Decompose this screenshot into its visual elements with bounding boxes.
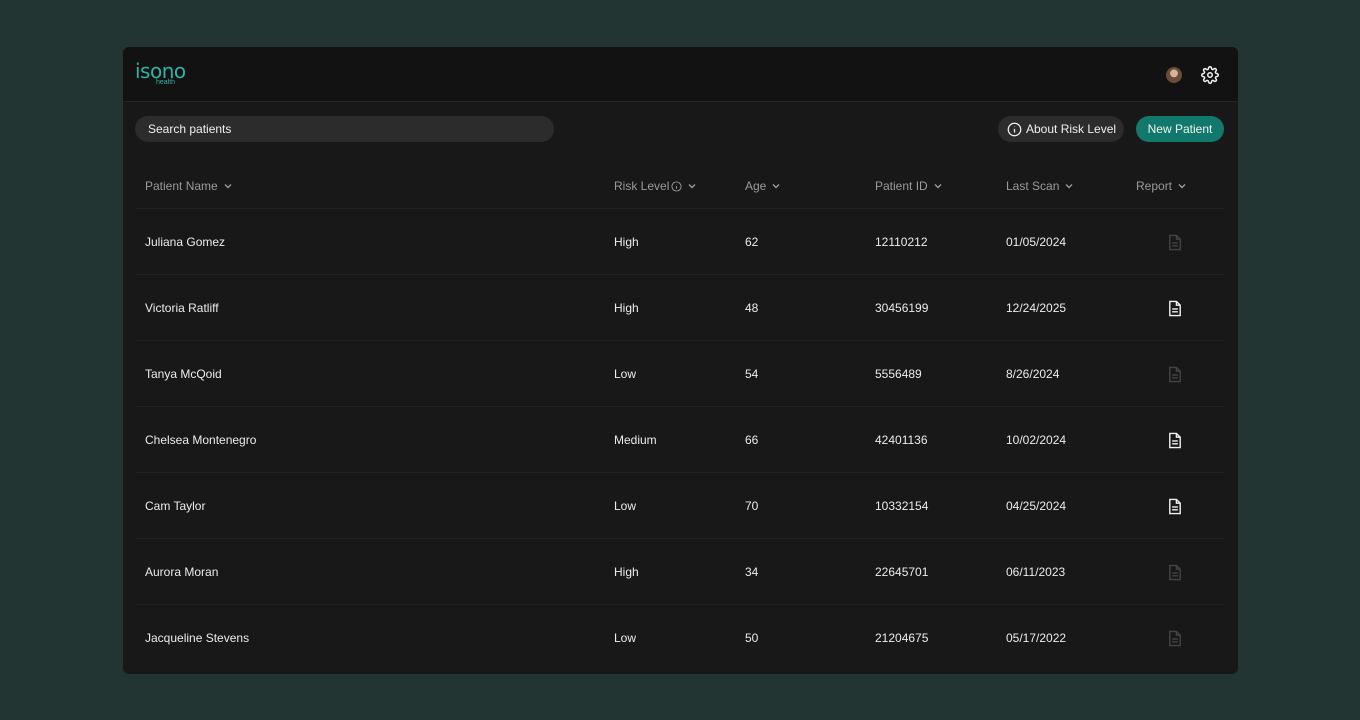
column-header-last-scan[interactable]: Last Scan bbox=[1006, 179, 1074, 193]
cell-last-scan: 06/11/2023 bbox=[1006, 565, 1066, 579]
cell-risk-level: High bbox=[614, 565, 639, 579]
search-input[interactable] bbox=[135, 116, 554, 142]
column-header-risk-level[interactable]: Risk Level bbox=[614, 179, 697, 193]
cell-age: 70 bbox=[745, 499, 759, 513]
cell-patient-name: Tanya McQoid bbox=[145, 367, 222, 381]
table-row[interactable]: Jacqueline Stevens Low 50 21204675 05/17/202… bbox=[135, 605, 1224, 671]
cell-patient-id: 42401136 bbox=[875, 433, 928, 447]
column-header-patient-id[interactable]: Patient ID bbox=[875, 179, 943, 193]
cell-age: 48 bbox=[745, 301, 759, 315]
document-icon bbox=[1169, 564, 1181, 581]
chevron-down-icon bbox=[688, 184, 696, 189]
column-header-age[interactable]: Age bbox=[745, 179, 781, 193]
cell-patient-id: 12110212 bbox=[875, 235, 928, 249]
chevron-down-icon bbox=[1178, 184, 1186, 189]
column-header-label: Risk Level bbox=[614, 179, 670, 193]
column-header-label: Report bbox=[1136, 179, 1173, 193]
document-icon[interactable] bbox=[1167, 300, 1183, 317]
cell-risk-level: Low bbox=[614, 631, 637, 645]
cell-patient-id: 10332154 bbox=[875, 499, 929, 513]
cell-last-scan: 04/25/2024 bbox=[1006, 499, 1067, 513]
cell-age: 34 bbox=[745, 565, 759, 579]
chevron-down-icon bbox=[224, 184, 232, 189]
table-row[interactable]: Victoria Ratliff High 48 30456199 12/24/2025 bbox=[135, 275, 1224, 341]
chevron-down-icon bbox=[1065, 184, 1073, 189]
gear-icon[interactable] bbox=[1201, 66, 1219, 84]
cell-last-scan: 01/05/2024 bbox=[1006, 235, 1067, 249]
cell-patient-name: Jacqueline Stevens bbox=[145, 631, 250, 645]
about-risk-level-button[interactable]: About Risk Level bbox=[998, 116, 1124, 142]
toolbar: About Risk Level New Patient bbox=[123, 102, 1238, 154]
about-risk-level-label: About Risk Level bbox=[1026, 122, 1117, 136]
cell-last-scan: 10/02/2024 bbox=[1006, 433, 1067, 447]
cell-risk-level: Low bbox=[614, 367, 637, 381]
patients-table: Patient Name Risk Level Age Patient ID Last … bbox=[135, 158, 1224, 671]
info-circle-icon[interactable] bbox=[671, 180, 682, 192]
cell-risk-level: Low bbox=[614, 499, 637, 513]
cell-last-scan: 8/26/2024 bbox=[1006, 367, 1060, 381]
column-header-label: Patient ID bbox=[875, 179, 928, 193]
chevron-down-icon bbox=[934, 184, 942, 189]
cell-patient-id: 22645701 bbox=[875, 565, 929, 579]
cell-last-scan: 12/24/2025 bbox=[1006, 301, 1067, 315]
cell-age: 62 bbox=[745, 235, 759, 249]
new-patient-label: New Patient bbox=[1147, 122, 1213, 136]
cell-age: 66 bbox=[745, 433, 759, 447]
new-patient-button[interactable]: New Patient bbox=[1136, 116, 1224, 142]
chevron-down-icon bbox=[772, 184, 780, 189]
table-row[interactable]: Tanya McQoid Low 54 5556489 8/26/2024 bbox=[135, 341, 1224, 407]
brand-name: isono bbox=[135, 59, 186, 83]
cell-age: 50 bbox=[745, 631, 759, 645]
document-icon bbox=[1169, 234, 1181, 251]
column-header-patient-name[interactable]: Patient Name bbox=[145, 179, 233, 193]
cell-patient-name: Cam Taylor bbox=[145, 499, 206, 513]
cell-patient-id: 30456199 bbox=[875, 301, 929, 315]
document-icon bbox=[1169, 630, 1181, 647]
cell-last-scan: 05/17/2022 bbox=[1006, 631, 1067, 645]
document-icon[interactable] bbox=[1167, 432, 1183, 449]
cell-risk-level: High bbox=[614, 235, 639, 249]
table-row[interactable]: Chelsea Montenegro Medium 66 42401136 10/02/… bbox=[135, 407, 1224, 473]
brand-logo[interactable]: isono health bbox=[135, 59, 186, 89]
cell-patient-name: Victoria Ratliff bbox=[145, 301, 219, 315]
cell-risk-level: Medium bbox=[614, 433, 657, 447]
table-header: Patient Name Risk Level Age Patient ID Last … bbox=[135, 158, 1224, 209]
table-body: Juliana Gomez High 62 12110212 01/05/2024 Vic… bbox=[135, 209, 1224, 671]
column-header-label: Age bbox=[745, 179, 767, 193]
user-avatar[interactable] bbox=[1166, 67, 1182, 83]
cell-patient-name: Aurora Moran bbox=[145, 565, 219, 579]
document-icon[interactable] bbox=[1167, 498, 1183, 515]
table-row[interactable]: Juliana Gomez High 62 12110212 01/05/2024 bbox=[135, 209, 1224, 275]
cell-patient-name: Chelsea Montenegro bbox=[145, 433, 257, 447]
cell-patient-id: 5556489 bbox=[875, 367, 922, 381]
column-header-label: Patient Name bbox=[145, 179, 218, 193]
table-row[interactable]: Aurora Moran High 34 22645701 06/11/2023 bbox=[135, 539, 1224, 605]
document-icon bbox=[1169, 366, 1181, 383]
cell-risk-level: High bbox=[614, 301, 639, 315]
top-bar: isono health bbox=[123, 47, 1238, 102]
app-window: isono health About Risk Level New Patien… bbox=[123, 47, 1238, 674]
brand-sub: health bbox=[156, 79, 176, 86]
cell-patient-name: Juliana Gomez bbox=[145, 235, 226, 249]
column-header-report[interactable]: Report bbox=[1136, 179, 1187, 193]
table-row[interactable]: Cam Taylor Low 70 10332154 04/25/2024 bbox=[135, 473, 1224, 539]
cell-patient-id: 21204675 bbox=[875, 631, 929, 645]
cell-age: 54 bbox=[745, 367, 759, 381]
column-header-label: Last Scan bbox=[1006, 179, 1060, 193]
info-circle-icon bbox=[1007, 122, 1022, 136]
